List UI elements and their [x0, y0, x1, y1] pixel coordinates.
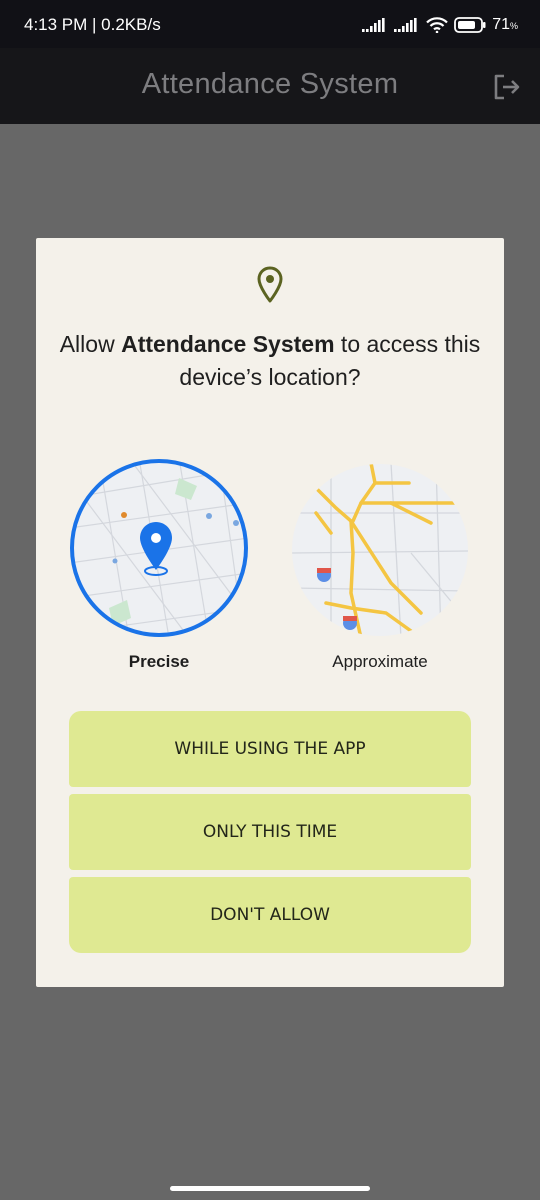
- while-using-app-button[interactable]: WHILE USING THE APP: [69, 711, 471, 787]
- wifi-icon: [426, 17, 448, 33]
- dont-allow-button[interactable]: DON'T ALLOW: [69, 877, 471, 953]
- approximate-location-option[interactable]: [291, 463, 469, 638]
- signal-icon-2: [394, 18, 417, 32]
- battery-value: 71: [492, 16, 510, 33]
- location-permission-dialog: Allow Attendance System to access this d…: [36, 238, 504, 987]
- title-prefix: Allow: [59, 331, 122, 357]
- status-time: 4:13 PM | 0.2KB/s: [24, 15, 161, 34]
- home-indicator[interactable]: [170, 1186, 370, 1191]
- title-app-name: Attendance System: [121, 331, 335, 357]
- signal-icon: [362, 18, 385, 32]
- status-bar: 4:13 PM | 0.2KB/s 71%: [0, 0, 540, 48]
- battery-unit: %: [509, 21, 518, 31]
- app-bar: Attendance System: [0, 48, 540, 124]
- only-this-time-button[interactable]: ONLY THIS TIME: [69, 794, 471, 870]
- battery-level: 71%: [492, 16, 518, 34]
- approximate-label: Approximate: [332, 652, 428, 671]
- status-icons: 71%: [362, 14, 518, 36]
- location-pin-icon: [257, 266, 283, 303]
- logout-button[interactable]: [492, 73, 522, 101]
- precise-label: Precise: [128, 652, 190, 671]
- dialog-title: Allow Attendance System to access this d…: [56, 328, 484, 394]
- battery-icon: [454, 17, 486, 33]
- logout-icon: [494, 74, 520, 100]
- precise-location-option[interactable]: [69, 458, 249, 638]
- app-title: Attendance System: [141, 68, 399, 100]
